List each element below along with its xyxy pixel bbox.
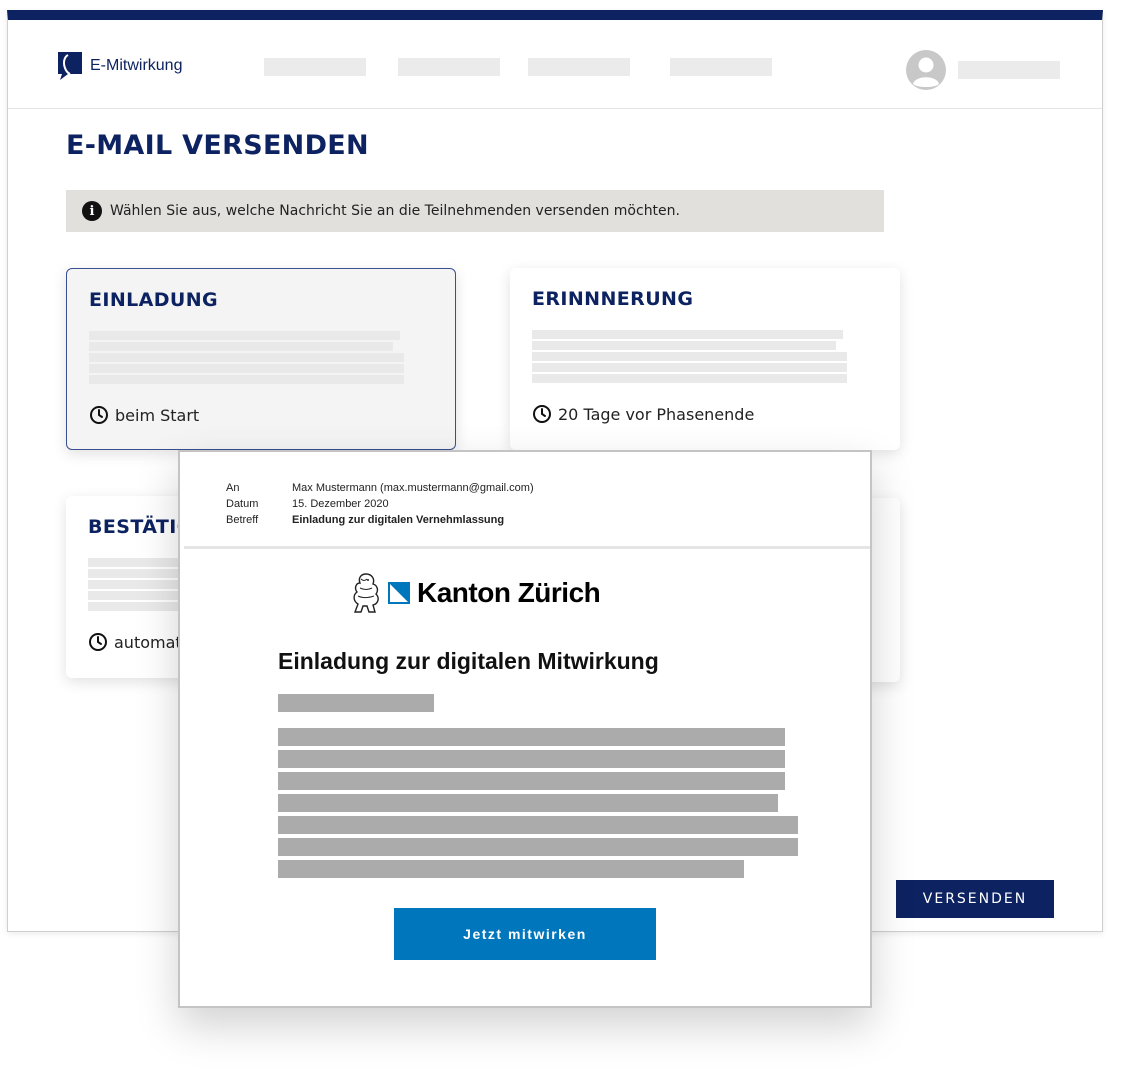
avatar-icon[interactable] <box>906 48 946 92</box>
info-icon: i <box>82 201 102 221</box>
timing-text: 20 Tage vor Phasenende <box>558 404 755 424</box>
clock-icon <box>89 633 107 651</box>
brand-name: Kanton Zürich <box>417 577 601 608</box>
kanton-brand: Kanton Zürich <box>348 570 601 616</box>
card-einladung[interactable]: EINLADUNG beim Start <box>66 268 456 450</box>
user-name-placeholder[interactable] <box>958 61 1060 79</box>
app-name: E-Mitwirkung <box>90 57 183 74</box>
meta-label: Datum <box>226 498 259 510</box>
header: E-Mitwirkung <box>8 20 1102 109</box>
email-body-placeholder <box>278 728 798 882</box>
clock-icon <box>533 405 551 423</box>
speech-bubble-logo-icon <box>58 52 82 80</box>
email-heading: Einladung zur digitalen Mitwirkung <box>278 648 659 674</box>
nav-item-placeholder[interactable] <box>264 58 366 76</box>
email-preview: An Max Mustermann (max.mustermann@gmail.… <box>178 450 872 1008</box>
lion-icon <box>353 573 379 613</box>
meta-row-date: Datum 15. Dezember 2020 <box>226 496 534 512</box>
email-meta: An Max Mustermann (max.mustermann@gmail.… <box>226 480 534 528</box>
card-title: ERINNNERUNG <box>532 288 694 310</box>
nav-item-placeholder[interactable] <box>398 58 500 76</box>
app-logo[interactable]: E-Mitwirkung <box>56 50 182 82</box>
info-banner: i Wählen Sie aus, welche Nachricht Sie a… <box>66 190 884 232</box>
card-title: EINLADUNG <box>89 289 219 311</box>
info-text: Wählen Sie aus, welche Nachricht Sie an … <box>110 203 680 219</box>
meta-label: Betreff <box>226 514 259 526</box>
clock-icon <box>90 406 108 424</box>
meta-row-subject: Betreff Einladung zur digitalen Vernehml… <box>226 512 534 528</box>
meta-value: Max Mustermann (max.mustermann@gmail.com… <box>292 482 534 494</box>
meta-value: 15. Dezember 2020 <box>292 498 389 510</box>
meta-divider <box>184 546 870 549</box>
card-timing: 20 Tage vor Phasenende <box>532 404 754 424</box>
timing-text: beim Start <box>115 405 200 425</box>
canton-flag-icon <box>388 582 410 604</box>
page-title: E-MAIL VERSENDEN <box>66 130 369 161</box>
card-text-placeholder <box>532 330 847 385</box>
meta-label: An <box>226 482 240 494</box>
nav-item-placeholder[interactable] <box>528 58 630 76</box>
cta-button[interactable]: Jetzt mitwirken <box>394 908 656 960</box>
greeting-placeholder <box>278 694 434 712</box>
meta-row-to: An Max Mustermann (max.mustermann@gmail.… <box>226 480 534 496</box>
card-erinnerung[interactable]: ERINNNERUNG 20 Tage vor Phasenende <box>510 268 900 450</box>
meta-value: Einladung zur digitalen Vernehmlassung <box>292 514 505 526</box>
send-button[interactable]: VERSENDEN <box>896 880 1054 918</box>
card-timing: beim Start <box>89 405 199 425</box>
card-text-placeholder <box>89 331 404 386</box>
nav-item-placeholder[interactable] <box>670 58 772 76</box>
